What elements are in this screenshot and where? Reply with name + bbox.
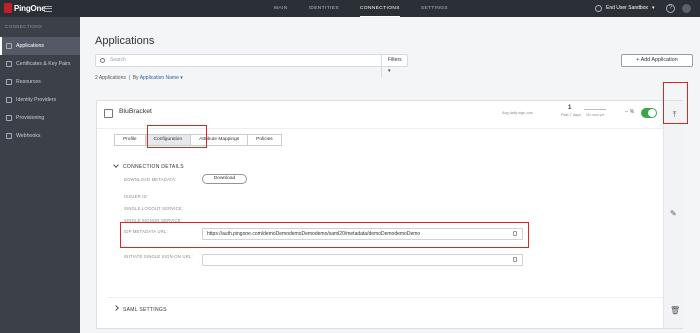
sidebar-item-label: Resources — [16, 79, 41, 85]
sidebar-section-title: CONNECTIONS — [5, 24, 43, 29]
highlight-box — [663, 82, 688, 124]
sidebar-item-applications[interactable]: Applications — [0, 37, 80, 55]
signons-label: Avg daily sign-ons — [502, 111, 533, 115]
sidebar-item-label: Certificates & Key Pairs — [16, 61, 71, 67]
top-nav: MAIN IDENTITIES CONNECTIONS SETTINGS — [274, 0, 448, 17]
search-placeholder: Search — [110, 57, 126, 63]
sort-dropdown[interactable]: Application Name ▾ — [140, 75, 183, 81]
saml-settings-title: SAML SETTINGS — [123, 307, 167, 313]
sparkline-label: No data yet — [586, 113, 605, 117]
top-bar: PingOne MAIN IDENTITIES CONNECTIONS SETT… — [0, 0, 700, 17]
sidebar-item-label: Applications — [16, 43, 44, 49]
chevron-right-icon — [113, 305, 119, 311]
saml-settings-header[interactable]: SAML SETTINGS — [107, 297, 663, 313]
environment-icon — [595, 5, 602, 12]
nav-main[interactable]: MAIN — [274, 0, 288, 17]
percent-change: -- % — [625, 109, 635, 115]
sidebar-item-certificates[interactable]: Certificates & Key Pairs — [0, 55, 80, 73]
download-metadata-label: DOWNLOAD METADATA: — [124, 177, 177, 182]
single-logout-label: SINGLE LOGOUT SERVICE: — [124, 206, 184, 211]
webhooks-icon — [6, 133, 12, 139]
connection-details-header[interactable]: CONNECTION DETAILS — [113, 162, 184, 170]
user-avatar-icon[interactable] — [682, 4, 691, 13]
connection-details-title: CONNECTION DETAILS — [123, 164, 184, 170]
sort-value: Application Name — [139, 75, 179, 81]
environment-selector[interactable]: End User Sandbox ▾ — [595, 0, 655, 17]
environment-name: End User Sandbox — [606, 5, 648, 11]
sort-prefix: By — [132, 75, 139, 81]
nav-identities[interactable]: IDENTITIES — [309, 0, 339, 17]
download-metadata-button[interactable]: Download — [202, 174, 247, 184]
signons-period: Past 7 days — [561, 113, 581, 117]
card-action-rail: ⤒ ✎ 🗑 — [663, 101, 684, 328]
nav-settings[interactable]: SETTINGS — [421, 0, 448, 17]
search-input[interactable]: Search Filters ▾ — [95, 54, 408, 77]
brand-logo[interactable]: PingOne — [4, 3, 46, 13]
hamburger-menu-icon[interactable] — [44, 4, 52, 12]
nav-connections[interactable]: CONNECTIONS — [359, 0, 400, 17]
sidebar-item-resources[interactable]: Resources — [0, 73, 80, 91]
sidebar-item-label: Webhooks — [16, 133, 41, 139]
sidebar-item-label: Identity Providers — [16, 97, 57, 103]
filters-dropdown[interactable]: Filters ▾ — [381, 55, 405, 77]
trash-icon[interactable]: 🗑 — [670, 306, 680, 315]
sidebar: CONNECTIONS Applications Certificates & … — [0, 17, 80, 333]
application-name: BluBracket — [119, 108, 152, 115]
page-title: Applications — [95, 35, 155, 47]
initiate-sso-url-field[interactable] — [202, 254, 523, 266]
application-icon — [104, 109, 113, 118]
edit-pencil-icon[interactable]: ✎ — [670, 209, 677, 218]
sidebar-item-webhooks[interactable]: Webhooks — [0, 127, 80, 145]
identity-providers-icon — [6, 97, 12, 103]
filters-label: Filters — [388, 57, 402, 63]
applications-icon — [6, 43, 12, 49]
main-content: Applications Search Filters ▾ + Add Appl… — [80, 17, 700, 333]
highlight-box — [147, 125, 207, 148]
signons-value: 1 — [568, 105, 572, 111]
application-count: 2 Applications — [95, 75, 126, 81]
sidebar-item-label: Provisioning — [16, 115, 45, 121]
tab-policies[interactable]: Policies — [247, 134, 282, 146]
issuer-id-label: ISSUER ID: — [124, 194, 149, 199]
chevron-down-icon: ▾ — [651, 5, 655, 11]
search-icon — [100, 58, 105, 63]
initiate-sso-url-label: INITIATE SINGLE SIGN-ON URL: — [124, 254, 193, 259]
results-summary: 2 Applications | By Application Name ▾ — [95, 75, 183, 81]
add-application-button[interactable]: + Add Application — [621, 54, 693, 67]
copy-icon[interactable] — [513, 257, 517, 262]
sidebar-item-identity-providers[interactable]: Identity Providers — [0, 91, 80, 109]
provisioning-icon — [6, 115, 12, 121]
pingone-logo-icon — [4, 3, 12, 13]
brand-name: PingOne — [14, 3, 46, 13]
certificate-icon — [6, 61, 12, 67]
sidebar-item-provisioning[interactable]: Provisioning — [0, 109, 80, 127]
tab-profile[interactable]: Profile — [114, 134, 146, 146]
chevron-down-icon — [113, 162, 119, 168]
help-icon[interactable]: ? — [666, 4, 675, 13]
highlight-box — [120, 222, 529, 248]
resources-icon — [6, 79, 12, 85]
application-enabled-toggle[interactable] — [641, 108, 657, 118]
